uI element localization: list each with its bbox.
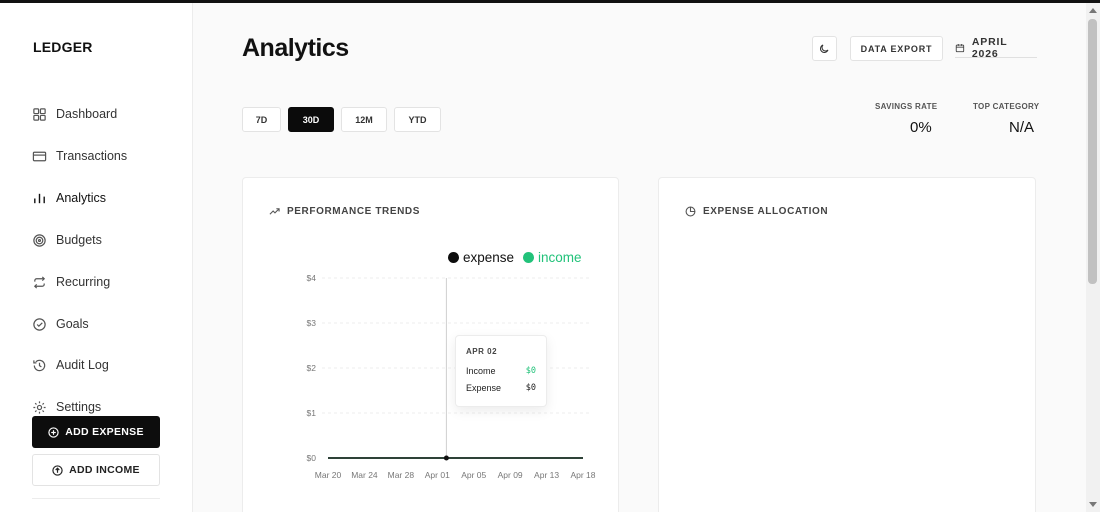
legend-expense-label: expense	[463, 250, 515, 265]
tooltip-income-value: $0	[525, 366, 536, 376]
date-label: APRIL 2026	[971, 35, 1008, 60]
tooltip-date: APR 02	[466, 347, 498, 356]
top-category-label: TOP CATEGORY	[973, 102, 1040, 111]
target-icon	[32, 233, 47, 248]
range-ytd-button[interactable]: YTD	[394, 107, 441, 132]
tooltip-income-label: Income	[466, 366, 496, 376]
brand-logo: LEDGER	[33, 39, 93, 55]
arrow-up-circle-icon	[52, 464, 63, 476]
nav-label: Transactions	[56, 149, 128, 163]
scrollbar[interactable]	[1086, 3, 1100, 512]
nav-item-recurring[interactable]: Recurring	[32, 271, 110, 293]
y-tick-label: $0	[307, 453, 317, 463]
x-tick-label: Apr 01	[425, 470, 450, 480]
performance-chart: $0 $1 $2 $3 $4 Mar 20 Mar 24 Mar 28 Apr 01 Apr 05…	[307, 273, 596, 480]
y-tick-label: $1	[307, 408, 317, 418]
chart-legend: expense income	[448, 250, 591, 265]
nav-item-goals[interactable]: Goals	[32, 313, 89, 335]
range-7d-button[interactable]: 7D	[242, 107, 281, 132]
expense-dot-icon	[448, 252, 459, 263]
bar-chart-icon	[32, 191, 47, 206]
x-tick-label: Apr 05	[461, 470, 486, 480]
highlight-point	[443, 455, 449, 461]
tooltip-expense-row: Expense $0	[466, 383, 536, 393]
range-30d-button[interactable]: 30D	[288, 107, 334, 132]
x-tick-label: Mar 28	[388, 470, 415, 480]
allocation-title-text: EXPENSE ALLOCATION	[703, 206, 829, 217]
scroll-down-arrow-icon[interactable]	[1089, 502, 1097, 507]
add-income-button[interactable]: ADD INCOME	[32, 454, 160, 486]
scrollbar-thumb[interactable]	[1088, 19, 1097, 284]
nav-label: Analytics	[56, 191, 107, 205]
theme-toggle-button[interactable]	[812, 36, 837, 61]
allocation-title: EXPENSE ALLOCATION	[685, 206, 828, 217]
scroll-up-arrow-icon[interactable]	[1089, 8, 1097, 13]
performance-card: PERFORMANCE TRENDS $0 $1 $2 $3 $4 Mar 20 Mar 2…	[242, 177, 619, 512]
tooltip-expense-label: Expense	[466, 383, 502, 393]
nav-label: Budgets	[56, 233, 102, 247]
card-icon	[32, 149, 47, 164]
check-circle-icon	[32, 317, 47, 332]
savings-rate-value: 0%	[910, 119, 932, 136]
legend-expense[interactable]: expense	[448, 250, 514, 265]
nav-item-audit-log[interactable]: Audit Log	[32, 354, 109, 376]
tooltip-income-row: Income $0	[466, 366, 536, 376]
x-tick-label: Apr 18	[570, 470, 595, 480]
add-income-label: ADD INCOME	[69, 464, 140, 476]
chart-tooltip: APR 02 Income $0 Expense $0	[455, 335, 547, 407]
gear-icon	[32, 400, 47, 415]
y-tick-label: $3	[307, 318, 317, 328]
nav-item-analytics[interactable]: Analytics	[32, 187, 106, 209]
y-tick-label: $2	[307, 363, 317, 373]
page-title: Analytics	[242, 34, 349, 62]
y-tick-label: $4	[307, 273, 317, 283]
x-tick-label: Apr 09	[498, 470, 523, 480]
data-export-button[interactable]: DATA EXPORT	[850, 36, 943, 61]
pie-chart-icon	[685, 206, 696, 217]
x-tick-label: Apr 13	[534, 470, 559, 480]
income-dot-icon	[523, 252, 535, 263]
nav-label: Settings	[56, 400, 102, 414]
tooltip-expense-value: $0	[525, 383, 536, 393]
x-tick-label: Mar 20	[315, 470, 342, 480]
calendar-icon	[955, 43, 965, 52]
nav-item-settings[interactable]: Settings	[32, 396, 101, 418]
history-icon	[32, 358, 47, 373]
nav-item-dashboard[interactable]: Dashboard	[32, 103, 117, 125]
range-12m-button[interactable]: 12M	[341, 107, 387, 132]
nav-item-budgets[interactable]: Budgets	[32, 229, 102, 251]
add-expense-button[interactable]: ADD EXPENSE	[32, 416, 160, 448]
savings-rate-label: SAVINGS RATE	[875, 102, 938, 111]
expense-allocation-card: EXPENSE ALLOCATION	[658, 177, 1036, 512]
date-picker[interactable]: APRIL 2026	[955, 35, 1037, 60]
nav-item-transactions[interactable]: Transactions	[32, 145, 127, 167]
add-expense-label: ADD EXPENSE	[65, 426, 144, 438]
plus-circle-icon	[48, 426, 59, 438]
nav-label: Goals	[56, 317, 89, 331]
nav-label: Recurring	[56, 275, 111, 289]
nav-label: Audit Log	[56, 358, 109, 372]
nav-label: Dashboard	[56, 107, 118, 121]
dashboard-icon	[32, 107, 47, 122]
top-category-value: N/A	[1009, 119, 1035, 136]
sidebar-divider	[32, 498, 160, 499]
x-tick-label: Mar 24	[351, 470, 378, 480]
legend-income-label: income	[538, 250, 582, 265]
repeat-icon	[32, 275, 47, 290]
legend-income[interactable]: income	[523, 250, 582, 265]
sidebar: LEDGER Dashboard Transactions Analytics …	[0, 3, 193, 512]
moon-icon	[820, 44, 829, 53]
